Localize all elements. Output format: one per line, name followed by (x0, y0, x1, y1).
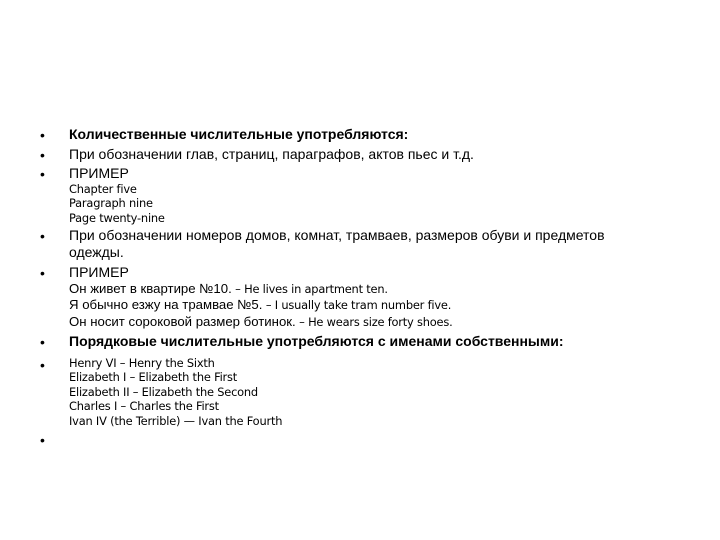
list-item: • При обозначении глав, страниц, парагра… (40, 146, 680, 163)
bullet: • (40, 146, 45, 163)
usage-text-line: При обозначении номеров домов, комнат, т… (69, 227, 605, 243)
example-heading: ПРИМЕР (69, 264, 129, 280)
example-line: Chapter five (69, 181, 137, 196)
list-item: • Количественные числительные употребляю… (40, 126, 680, 143)
bullet: • (40, 265, 45, 281)
bullet: • (40, 334, 45, 350)
list-item: • ПРИМЕР Он живет в квартире №10. – He l… (40, 264, 680, 330)
example-line: Page twenty-nine (69, 210, 165, 225)
example-ru: Я обычно езжу на трамвае №5. (69, 297, 263, 312)
bullet-list: • Количественные числительные употребляю… (40, 124, 680, 449)
usage-text-line: одежды. (69, 243, 124, 260)
name-example: Charles I – Charles the First (69, 399, 219, 413)
usage-text: При обозначении глав, страниц, параграфо… (69, 145, 474, 162)
bullet: • (40, 432, 45, 448)
bullet: • (40, 228, 45, 244)
example-ru: Он носит сороковой размер ботинок. (69, 313, 296, 329)
example-sentence: Я обычно езжу на трамвае №5. – I usually… (69, 297, 680, 314)
example-en: – He wears size forty shoes. (295, 314, 453, 329)
name-example: Henry VI – Henry the Sixth (69, 355, 215, 370)
name-example: Elizabeth I – Elizabeth the First (69, 370, 238, 384)
bullet: • (40, 356, 45, 373)
list-item: • ПРИМЕР Chapter five Paragraph nine Pag… (40, 165, 680, 225)
example-line: Paragraph nine (69, 196, 153, 210)
example-sentence: Он носит сороковой размер ботинок. – He … (69, 314, 680, 331)
bullet: • (40, 127, 45, 143)
example-en: – He lives in apartment ten. (231, 281, 388, 296)
list-item: • Порядковые числительные употребляются … (40, 333, 680, 350)
example-heading: ПРИМЕР (69, 165, 129, 181)
name-example: Elizabeth II – Elizabeth the Second (69, 384, 258, 399)
heading-cardinal-usage: Количественные числительные употребляютс… (69, 126, 409, 142)
example-sentence: Он живет в квартире №10. – He lives in a… (69, 281, 680, 298)
example-ru: Он живет в квартире №10. (69, 280, 232, 296)
list-item: • (40, 431, 680, 449)
list-item: • При обозначении номеров домов, комнат,… (40, 227, 680, 260)
bullet: • (40, 166, 45, 182)
list-item: • Henry VI – Henry the Sixth Elizabeth I… (40, 356, 680, 429)
name-example: Ivan IV (the Terrible) — Ivan the Fourth (69, 413, 283, 428)
example-en: – I usually take tram number five. (262, 298, 452, 312)
heading-ordinal-usage: Порядковые числительные употребляются с … (69, 333, 564, 349)
